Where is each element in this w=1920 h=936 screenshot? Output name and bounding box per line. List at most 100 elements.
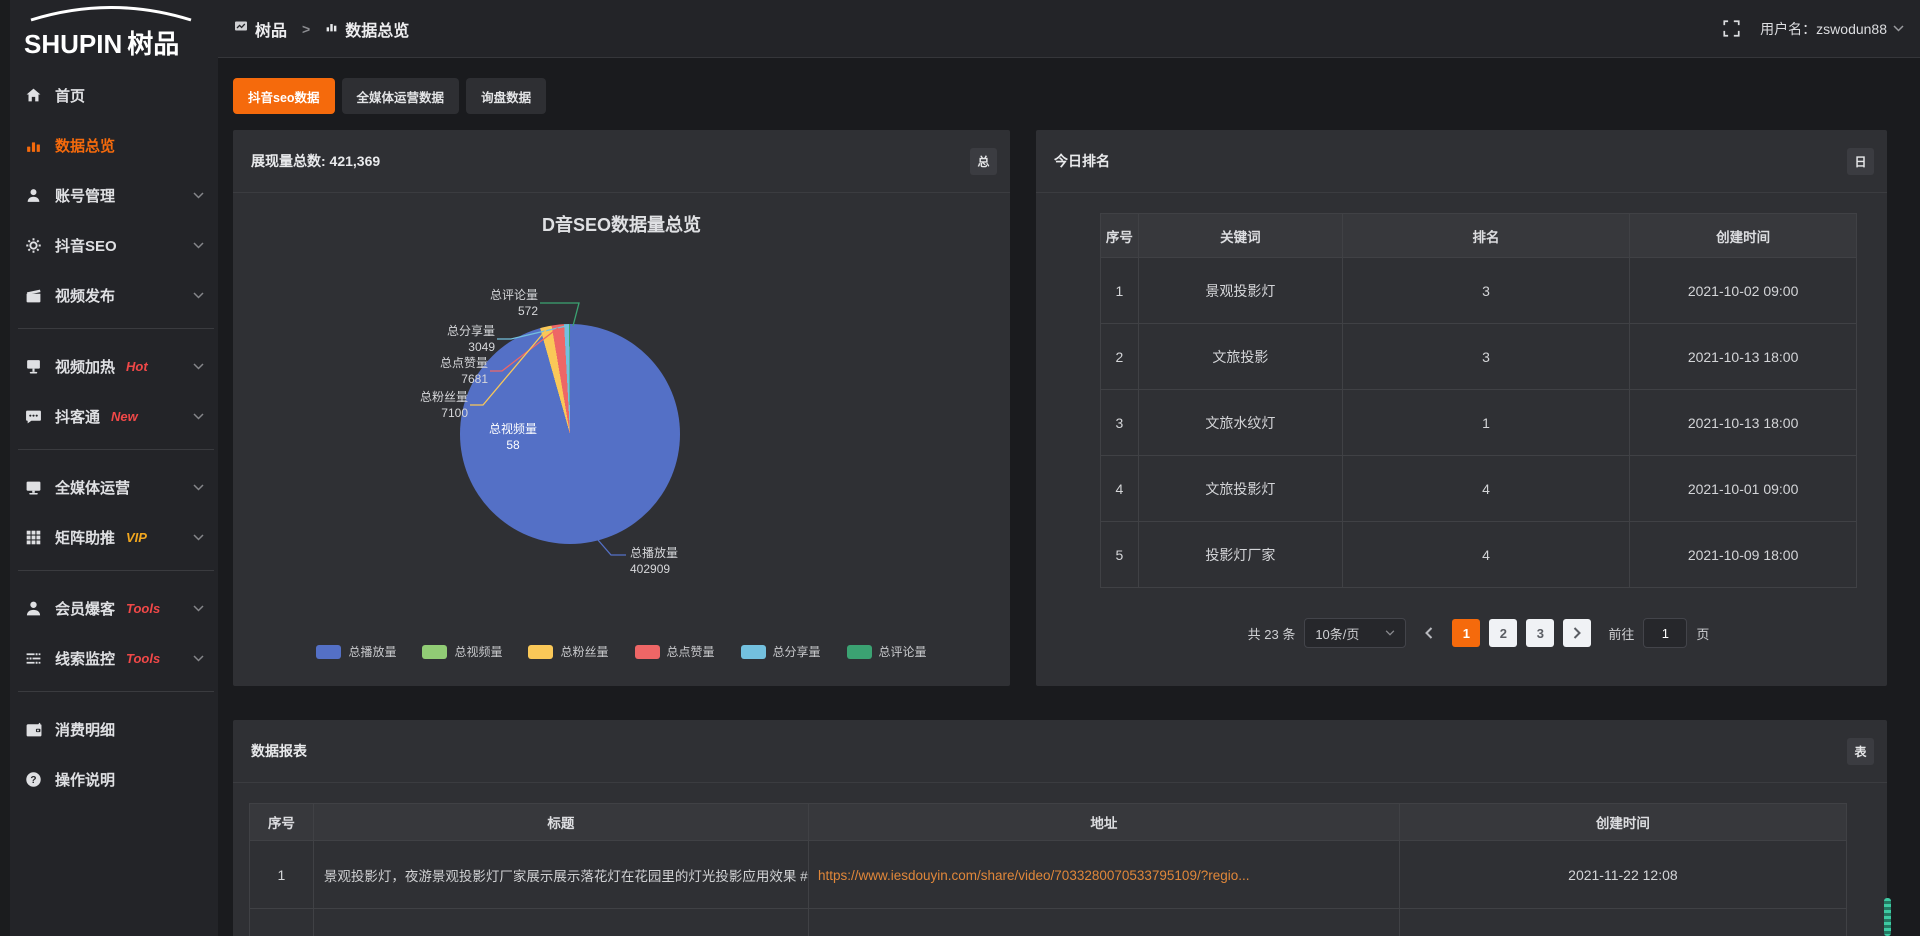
hot-badge: Hot — [126, 359, 148, 374]
sidebar-item-label: 视频发布 — [55, 285, 115, 306]
table-row: 1 景观投影灯，夜游景观投影灯厂家展示展示落花灯在花园里的灯光投影应用效果 # … — [250, 841, 1847, 909]
report-table: 序号 标题 地址 创建时间 1 景观投影灯，夜游景观投影灯厂家展示展示落花灯在花… — [249, 803, 1847, 936]
col-title: 标题 — [313, 804, 808, 841]
chart-title: D音SEO数据量总览 — [233, 211, 1010, 237]
chevron-down-icon — [193, 413, 204, 420]
tools-badge: Tools — [126, 651, 160, 666]
sidebar-item-account[interactable]: 账号管理 — [0, 170, 218, 220]
table-header-row: 序号 关键词 排名 创建时间 — [1101, 214, 1857, 258]
topbar-right: 用户名：zswodun88 — [1723, 19, 1904, 39]
monitor-icon — [25, 479, 42, 496]
pie-label-comments: 总评论量572 — [490, 287, 538, 319]
member-icon — [25, 600, 42, 617]
logo-text: SHUPIN树品 — [24, 24, 218, 61]
table-row: 1景观投影灯32021-10-02 09:00 — [1101, 258, 1857, 324]
pie-chart: D音SEO数据量总览 总评论量572 — [233, 193, 1010, 685]
sidebar-divider — [18, 570, 214, 571]
sidebar-item-member-blast[interactable]: 会员爆客 Tools — [0, 583, 218, 633]
chevron-down-icon — [193, 192, 204, 199]
goto-page-input[interactable]: 1 — [1643, 618, 1687, 648]
chevron-down-icon — [193, 655, 204, 662]
sidebar-item-label: 抖音SEO — [55, 235, 117, 256]
sidebar-item-doketong[interactable]: 抖客通 New — [0, 391, 218, 441]
top-bar: 树品 > 数据总览 用户名：zswodun88 — [218, 0, 1920, 58]
report-title: 数据报表 — [251, 741, 307, 761]
legend-item[interactable]: 总点赞量 — [635, 643, 715, 660]
bar-chart-icon — [25, 137, 42, 154]
content: 抖音seo数据 全媒体运营数据 询盘数据 展现量总数: 421,369 总 D音… — [218, 58, 1920, 936]
clapperboard-icon — [25, 287, 42, 304]
overview-panel: 展现量总数: 421,369 总 D音SEO数据量总览 — [233, 130, 1010, 686]
sidebar-item-data-overview[interactable]: 数据总览 — [0, 120, 218, 170]
breadcrumb-separator: > — [302, 21, 310, 37]
sidebar-item-help[interactable]: ? 操作说明 — [0, 754, 218, 804]
scrollbar-thumb[interactable] — [1884, 898, 1891, 936]
sidebar-item-lead-monitor[interactable]: 线索监控 Tools — [0, 633, 218, 683]
sidebar-item-video-heat[interactable]: 视频加热 Hot — [0, 341, 218, 391]
sidebar-divider — [18, 328, 214, 329]
created-time-cell: 2021-11-22 12:08 — [1399, 841, 1846, 909]
legend-item[interactable]: 总评论量 — [847, 643, 927, 660]
legend-item[interactable]: 总粉丝量 — [528, 643, 608, 660]
sidebar-item-home[interactable]: 首页 — [0, 70, 218, 120]
page-button-2[interactable]: 2 — [1489, 619, 1517, 647]
col-created: 创建时间 — [1630, 214, 1857, 258]
video-link[interactable]: https://www.iesdouyin.com/share/video/70… — [818, 868, 1250, 883]
sidebar-item-video-publish[interactable]: 视频发布 — [0, 270, 218, 320]
pie-label-shares: 总分享量3049 — [447, 323, 495, 355]
vip-badge: VIP — [126, 530, 147, 545]
breadcrumb-root[interactable]: 树品 — [255, 17, 287, 41]
sidebar-menu: 首页 数据总览 账号管理 抖音SEO 视频发布 — [0, 70, 218, 804]
pie-label-plays: 总播放量402909 — [630, 545, 678, 577]
tab-douyin-seo-data[interactable]: 抖音seo数据 — [233, 78, 335, 114]
user-menu[interactable]: 用户名：zswodun88 — [1760, 19, 1904, 39]
page-size-select[interactable]: 10条/页 — [1304, 618, 1406, 648]
home-icon — [25, 87, 42, 104]
report-panel-header: 数据报表 表 — [233, 720, 1887, 783]
breadcrumb-current: 数据总览 — [345, 17, 409, 41]
daily-view-button[interactable]: 日 — [1847, 148, 1874, 175]
table-row — [250, 909, 1847, 936]
sidebar-item-media-operation[interactable]: 全媒体运营 — [0, 462, 218, 512]
sidebar-item-label: 矩阵助推 — [55, 527, 115, 548]
pie-label-videos: 总视频量58 — [468, 421, 558, 453]
prev-page-button[interactable] — [1415, 619, 1443, 647]
table-view-button[interactable]: 表 — [1847, 738, 1874, 765]
video-url-cell: https://www.iesdouyin.com/share/video/70… — [808, 841, 1399, 909]
page-button-3[interactable]: 3 — [1526, 619, 1554, 647]
video-title-cell: 景观投影灯，夜游景观投影灯厂家展示展示落花灯在花园里的灯光投影应用效果 # — [313, 841, 808, 909]
sidebar-item-douyin-seo[interactable]: 抖音SEO — [0, 220, 218, 270]
question-circle-icon: ? — [25, 771, 42, 788]
chevron-down-icon — [193, 605, 204, 612]
pagination-total: 共 23 条 — [1248, 624, 1296, 643]
chevron-down-icon — [1385, 630, 1395, 636]
user-icon — [25, 187, 42, 204]
fullscreen-icon[interactable] — [1723, 20, 1740, 37]
col-created: 创建时间 — [1399, 804, 1846, 841]
page-unit-label: 页 — [1696, 624, 1709, 643]
chevron-down-icon — [193, 534, 204, 541]
tab-media-operation-data[interactable]: 全媒体运营数据 — [342, 78, 460, 114]
total-view-button[interactable]: 总 — [970, 148, 997, 175]
table-header-row: 序号 标题 地址 创建时间 — [250, 804, 1847, 841]
signboard-icon — [25, 358, 42, 375]
chat-bubble-icon — [25, 408, 42, 425]
logo-arc — [26, 6, 196, 22]
sidebar-item-label: 首页 — [55, 85, 85, 106]
sidebar-item-label: 会员爆客 — [55, 598, 115, 619]
wallet-icon — [25, 721, 42, 738]
sidebar-item-label: 线索监控 — [55, 648, 115, 669]
page-button-1[interactable]: 1 — [1452, 619, 1480, 647]
pie-label-likes: 总点赞量7681 — [440, 355, 488, 387]
next-page-button[interactable] — [1563, 619, 1591, 647]
line-chart-icon — [234, 19, 248, 38]
legend-item[interactable]: 总分享量 — [741, 643, 821, 660]
legend-item[interactable]: 总播放量 — [316, 643, 396, 660]
sidebar-item-consumption[interactable]: 消费明细 — [0, 704, 218, 754]
grid-icon — [25, 529, 42, 546]
legend-item[interactable]: 总视频量 — [422, 643, 502, 660]
sidebar-item-matrix-boost[interactable]: 矩阵助推 VIP — [0, 512, 218, 562]
tab-inquiry-data[interactable]: 询盘数据 — [466, 78, 546, 114]
chevron-down-icon — [193, 484, 204, 491]
sidebar-divider — [18, 449, 214, 450]
